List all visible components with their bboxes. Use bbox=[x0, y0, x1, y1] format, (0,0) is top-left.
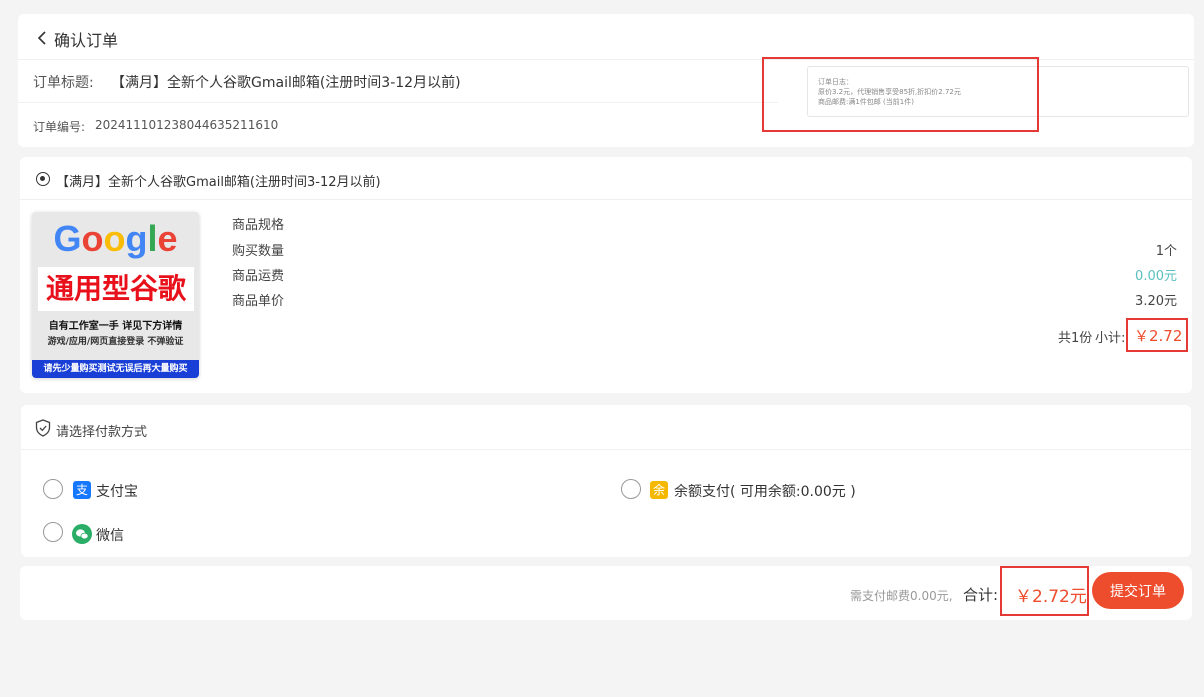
order-no: 202411101238044635211610 bbox=[95, 118, 279, 132]
order-title-divider bbox=[18, 102, 778, 103]
product-divider bbox=[20, 199, 1192, 200]
product-image-line2: 游戏/应用/网页直接登录 不弹验证 bbox=[47, 337, 184, 347]
shipping-note: 需支付邮费0.00元, bbox=[850, 589, 953, 603]
google-logo: Google bbox=[53, 218, 178, 259]
product-image-line1: 自有工作室一手 详见下方详情 bbox=[48, 321, 183, 332]
subtotal-highlight bbox=[1126, 318, 1188, 352]
product-name: 【满月】全新个人谷歌Gmail邮箱(注册时间3-12月以前) bbox=[56, 175, 381, 190]
order-title: 【满月】全新个人谷歌Gmail邮箱(注册时间3-12月以前) bbox=[111, 75, 461, 91]
product-banner: 通用型谷歌 bbox=[38, 267, 194, 311]
page-title: 确认订单 bbox=[54, 31, 119, 50]
subtotal-label: 小计: bbox=[1095, 331, 1126, 346]
count-text: 共1份 bbox=[1058, 331, 1093, 346]
order-log-highlight bbox=[762, 57, 1039, 132]
submit-order-button[interactable]: 提交订单 bbox=[1092, 572, 1184, 609]
balance-radio[interactable] bbox=[621, 479, 641, 499]
qty-value: 1个 bbox=[1155, 244, 1177, 259]
shield-check-icon bbox=[35, 419, 51, 437]
balance-label[interactable]: 余额支付( 可用余额:0.00元 ) bbox=[674, 481, 856, 501]
wechat-icon bbox=[72, 524, 92, 544]
order-no-label: 订单编号: bbox=[33, 120, 86, 134]
qty-label: 购买数量 bbox=[232, 244, 285, 259]
total-highlight bbox=[1000, 566, 1089, 616]
alipay-label[interactable]: 支付宝 bbox=[96, 481, 138, 501]
payment-title: 请选择付款方式 bbox=[56, 425, 148, 440]
wechat-radio[interactable] bbox=[43, 522, 63, 542]
shipping-value: 0.00元 bbox=[1135, 269, 1177, 284]
shipping-label: 商品运费 bbox=[232, 269, 285, 284]
product-radio[interactable] bbox=[36, 172, 50, 186]
total-label: 合计: bbox=[963, 586, 999, 604]
price-label: 商品单价 bbox=[232, 294, 285, 309]
product-image-footer: 请先少量购买测试无误后再大量购买 bbox=[32, 360, 199, 378]
payment-divider bbox=[21, 449, 1191, 450]
product-card: 【满月】全新个人谷歌Gmail邮箱(注册时间3-12月以前) Google 通用… bbox=[20, 157, 1192, 393]
spec-label: 商品规格 bbox=[232, 218, 285, 233]
alipay-radio[interactable] bbox=[43, 479, 63, 499]
back-icon[interactable] bbox=[34, 28, 50, 48]
payment-card: 请选择付款方式 支 支付宝 余 余额支付( 可用余额:0.00元 ) 微信 bbox=[21, 405, 1191, 557]
price-value: 3.20元 bbox=[1135, 294, 1177, 309]
wechat-label[interactable]: 微信 bbox=[96, 525, 124, 545]
product-image: Google 通用型谷歌 自有工作室一手 详见下方详情 游戏/应用/网页直接登录… bbox=[32, 212, 199, 378]
balance-icon: 余 bbox=[650, 481, 668, 499]
order-title-label: 订单标题: bbox=[33, 75, 94, 91]
alipay-icon: 支 bbox=[73, 481, 91, 499]
